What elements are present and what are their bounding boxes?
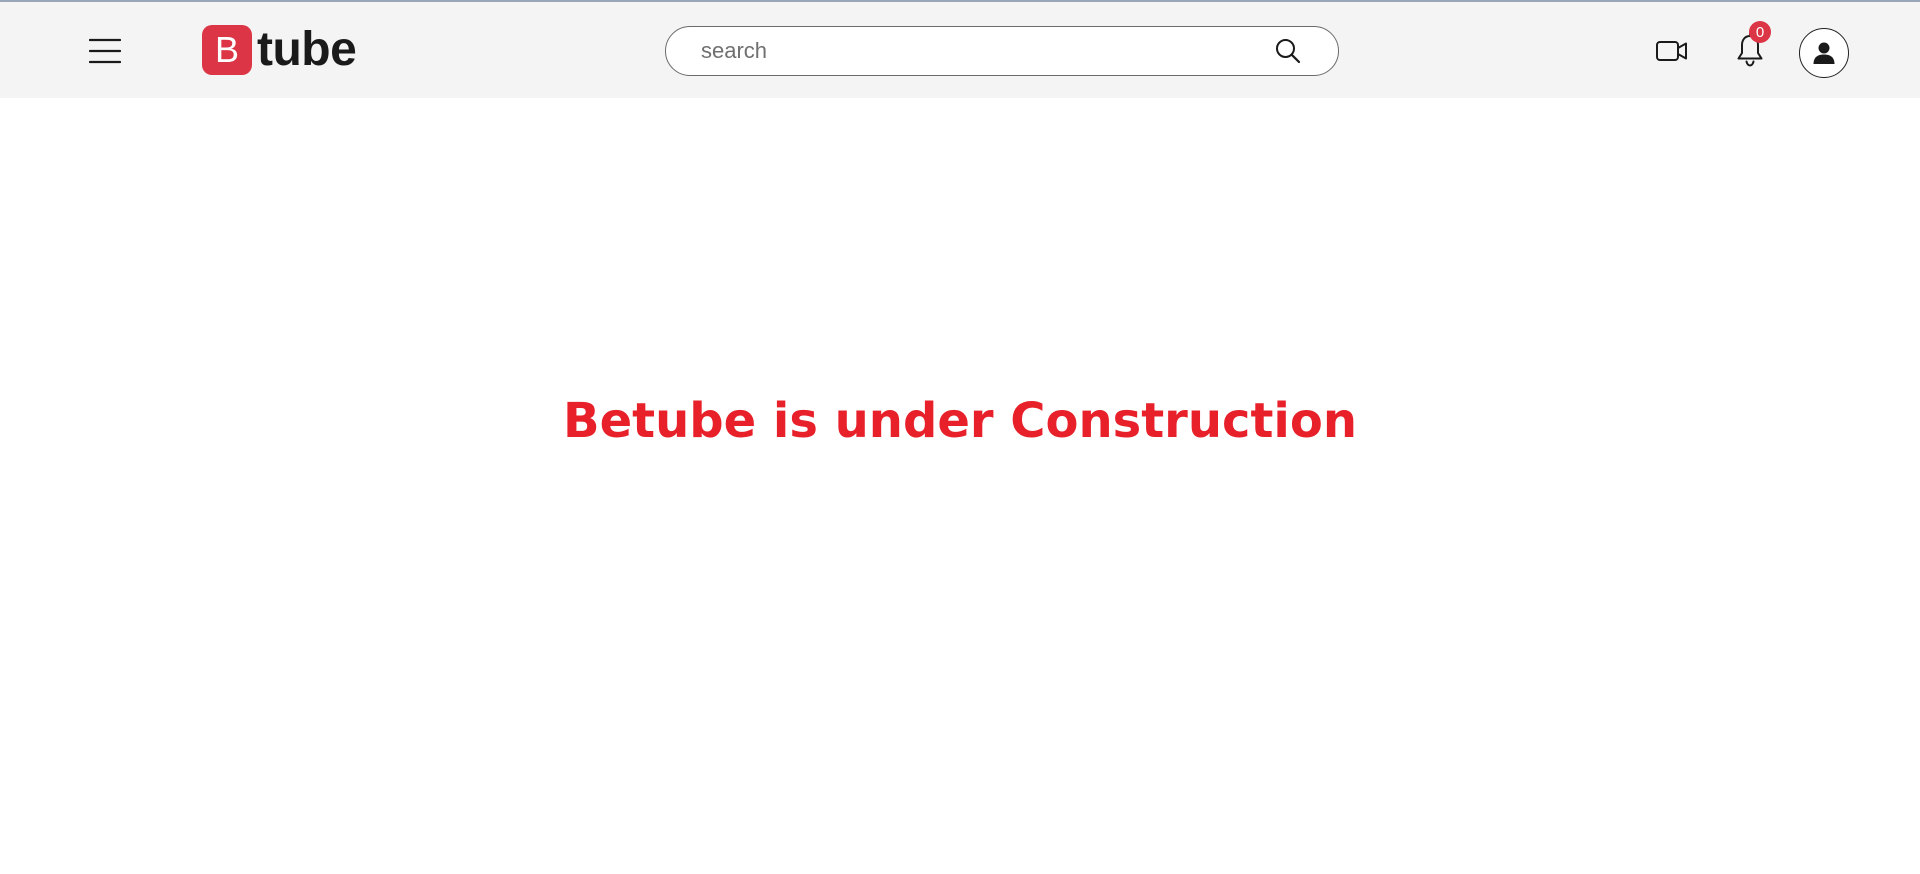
search-icon [1276,39,1301,64]
logo-badge: B [202,25,252,75]
top-navbar: B tube 0 [0,2,1920,98]
video-camera-icon [1656,41,1687,61]
search-input[interactable] [666,27,1258,75]
under-construction-message: Betube is under Construction [563,393,1357,449]
search-button[interactable] [1258,27,1318,75]
logo-text: tube [257,23,357,76]
site-logo[interactable]: B tube [202,23,357,76]
search-bar [665,26,1339,76]
account-button[interactable] [1799,28,1849,78]
hamburger-menu-icon [89,38,121,64]
upload-video-button[interactable] [1651,34,1693,68]
user-icon [1813,42,1835,64]
notification-count-badge: 0 [1749,21,1771,43]
menu-button[interactable] [82,26,128,76]
